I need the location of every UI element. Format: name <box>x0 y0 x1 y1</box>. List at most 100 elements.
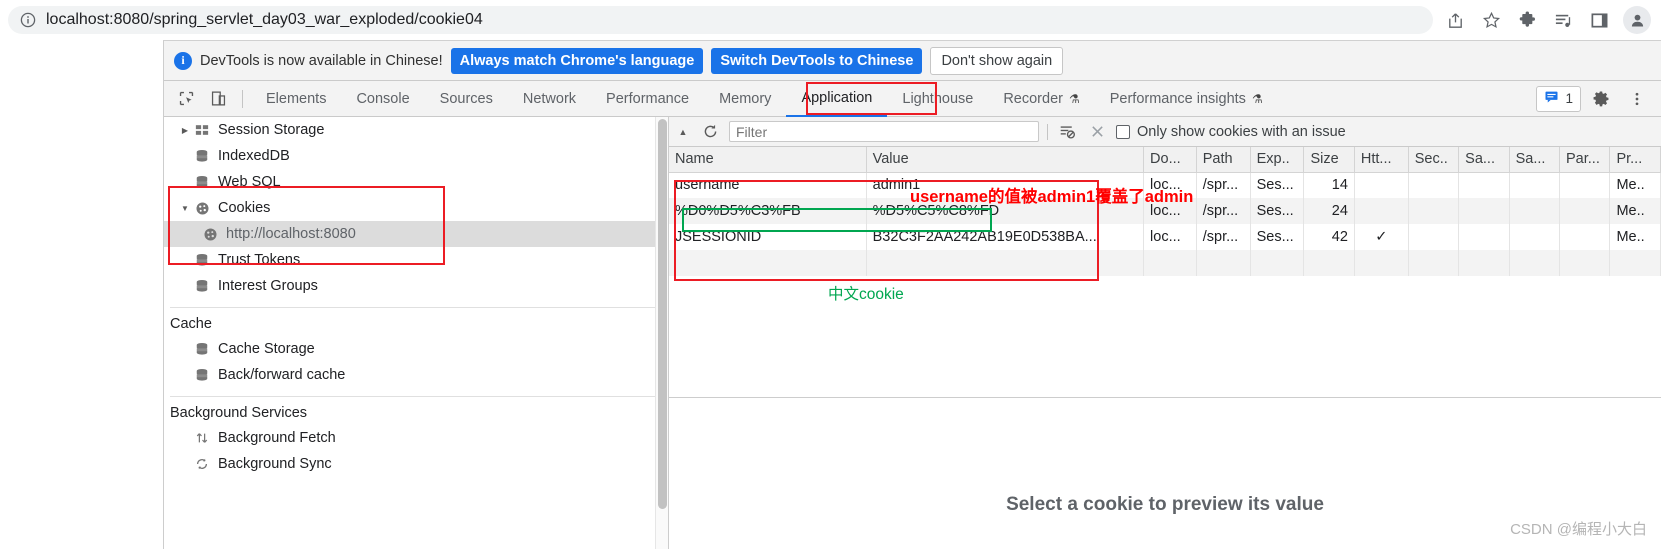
table-row[interactable]: username admin1 loc... /spr... Ses... 14 <box>669 172 1661 198</box>
tab-network[interactable]: Network <box>508 81 591 117</box>
tabstrip-actions: 1 <box>1536 85 1661 113</box>
cell-expires: Ses... <box>1250 198 1305 224</box>
inspect-element-icon[interactable] <box>172 85 200 113</box>
clear-all-cookies-icon[interactable] <box>1056 121 1078 143</box>
cookies-table-container: Name Value Do... Path Exp.. Size Htt... … <box>669 147 1661 397</box>
only-issues-checkbox[interactable] <box>1116 124 1130 139</box>
cell-name: JSESSIONID <box>669 224 867 250</box>
address-bar[interactable]: localhost:8080/spring_servlet_day03_war_… <box>8 6 1433 34</box>
dont-show-again-button[interactable]: Don't show again <box>930 46 1064 75</box>
refresh-icon[interactable] <box>699 121 721 143</box>
column-header-httponly[interactable]: Htt... <box>1354 147 1409 173</box>
sidebar-item-cache-storage[interactable]: Cache Storage <box>164 336 668 362</box>
cell-name: username <box>669 172 867 198</box>
chevron-right-icon[interactable]: ▶ <box>178 126 192 135</box>
tab-label: Recorder <box>1003 90 1063 107</box>
cell-sameparty <box>1509 198 1561 224</box>
cookies-table: Name Value Do... Path Exp.. Size Htt... … <box>669 147 1661 276</box>
toolbar-divider <box>1047 123 1048 140</box>
database-icon <box>192 253 212 267</box>
device-toolbar-icon[interactable] <box>204 85 232 113</box>
reading-list-icon[interactable] <box>1550 7 1576 33</box>
column-header-expires[interactable]: Exp.. <box>1250 147 1305 173</box>
site-info-icon[interactable] <box>20 12 36 28</box>
cell-sameparty <box>1509 172 1561 198</box>
cell-size: 24 <box>1303 198 1355 224</box>
sidebar-item-web-sql[interactable]: Web SQL <box>164 169 668 195</box>
only-issues-checkbox-row[interactable]: Only show cookies with an issue <box>1116 124 1346 140</box>
column-header-value[interactable]: Value <box>866 147 1145 173</box>
share-icon[interactable] <box>1442 7 1468 33</box>
sidebar-item-background-sync[interactable]: Background Sync <box>164 451 668 477</box>
database-icon <box>192 368 212 382</box>
profile-avatar-icon[interactable] <box>1623 6 1651 34</box>
tab-recorder[interactable]: Recorder ⚗ <box>988 81 1094 117</box>
tab-label: Console <box>356 90 410 107</box>
database-icon <box>192 342 212 356</box>
tab-performance[interactable]: Performance <box>591 81 704 117</box>
updown-arrows-icon <box>192 431 212 445</box>
column-header-partition[interactable]: Par... <box>1559 147 1611 173</box>
tab-label: Application <box>801 89 873 106</box>
tab-performance-insights[interactable]: Performance insights ⚗ <box>1095 81 1278 117</box>
sidebar-section-background-services: Background Services <box>170 405 308 421</box>
tabstrip-divider <box>242 89 243 108</box>
tab-application[interactable]: Application <box>786 81 888 117</box>
tab-console[interactable]: Console <box>341 81 424 117</box>
tab-label: Elements <box>266 90 327 107</box>
sidebar-item-indexeddb[interactable]: IndexedDB <box>164 143 668 169</box>
column-header-samesite[interactable]: Sa... <box>1458 147 1510 173</box>
gear-icon[interactable] <box>1587 85 1615 113</box>
sidebar-item-cookies[interactable]: ▼ Cookies <box>164 195 668 221</box>
sidebar-item-background-fetch[interactable]: Background Fetch <box>164 425 668 451</box>
column-header-size[interactable]: Size <box>1303 147 1355 173</box>
cell-domain: loc... <box>1143 172 1197 198</box>
column-header-secure[interactable]: Sec.. <box>1408 147 1460 173</box>
column-header-domain[interactable]: Do... <box>1143 147 1197 173</box>
switch-to-chinese-button[interactable]: Switch DevTools to Chinese <box>711 47 923 74</box>
sidebar-scrollbar-thumb[interactable] <box>658 119 667 509</box>
sidebar-item-cookie-origin[interactable]: http://localhost:8080 <box>164 221 668 247</box>
sidebar-item-label: Session Storage <box>218 122 325 138</box>
sidebar-item-label: Trust Tokens <box>218 252 301 268</box>
chevron-up-icon[interactable]: ▲ <box>675 127 691 137</box>
devtools-window: i DevTools is now available in Chinese! … <box>163 40 1661 549</box>
tab-memory[interactable]: Memory <box>704 81 786 117</box>
cell-samesite <box>1458 198 1510 224</box>
issues-button[interactable]: 1 <box>1536 85 1581 112</box>
sidebar-item-session-storage[interactable]: ▶ Session Storage <box>164 117 668 143</box>
column-header-path[interactable]: Path <box>1196 147 1251 173</box>
puzzle-icon[interactable] <box>1514 7 1540 33</box>
sidebar-item-label: Interest Groups <box>218 278 318 294</box>
database-icon <box>192 149 212 163</box>
sidebar-item-interest-groups[interactable]: Interest Groups <box>164 273 668 299</box>
cell-samesite <box>1458 172 1510 198</box>
kebab-menu-icon[interactable] <box>1623 85 1651 113</box>
star-icon[interactable] <box>1478 7 1504 33</box>
tab-elements[interactable]: Elements <box>251 81 341 117</box>
filter-input[interactable] <box>729 121 1039 142</box>
tab-sources[interactable]: Sources <box>425 81 508 117</box>
column-header-sameparty[interactable]: Sa... <box>1509 147 1561 173</box>
cell-httponly <box>1354 172 1409 198</box>
chevron-down-icon[interactable]: ▼ <box>178 204 192 213</box>
cell-domain: loc... <box>1143 198 1197 224</box>
sidebar-item-bfcache[interactable]: Back/forward cache <box>164 362 668 388</box>
sidebar-scrollbar[interactable] <box>655 117 668 549</box>
table-row[interactable]: %D0%D5%C3%FB %D5%C5%C8%FD loc... /spr...… <box>669 198 1661 224</box>
cookie-icon <box>192 201 212 216</box>
delete-icon[interactable] <box>1086 121 1108 143</box>
column-header-name[interactable]: Name <box>669 147 867 173</box>
cookies-table-header-row: Name Value Do... Path Exp.. Size Htt... … <box>669 147 1661 173</box>
always-match-language-button[interactable]: Always match Chrome's language <box>450 47 704 74</box>
column-header-priority[interactable]: Pr... <box>1609 147 1661 173</box>
side-panel-icon[interactable] <box>1586 7 1612 33</box>
sidebar-item-label: Cache Storage <box>218 341 315 357</box>
cell-httponly: ✓ <box>1354 224 1409 250</box>
sidebar-item-label: Back/forward cache <box>218 367 346 383</box>
tab-lighthouse[interactable]: Lighthouse <box>887 81 988 117</box>
cell-secure <box>1408 172 1460 198</box>
table-row[interactable]: JSESSIONID B32C3F2AA242AB19E0D538BA... l… <box>669 224 1661 250</box>
sidebar-item-trust-tokens[interactable]: Trust Tokens <box>164 247 668 273</box>
cell-path: /spr... <box>1196 198 1251 224</box>
